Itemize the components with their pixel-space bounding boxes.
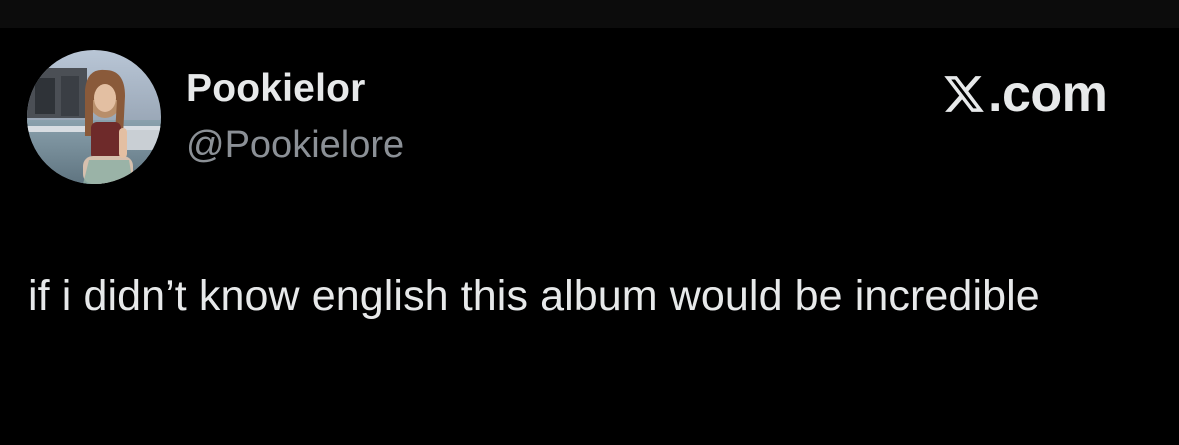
tweet-text: if i didn’t know english this album woul…	[28, 272, 1040, 320]
author-handle[interactable]: @Pookielore	[186, 124, 404, 167]
avatar[interactable]	[27, 50, 161, 184]
author-display-name[interactable]: Pookielor	[186, 67, 366, 111]
top-bar	[0, 0, 1179, 28]
avatar-photo	[27, 50, 161, 184]
brand-watermark: .com	[942, 65, 1108, 123]
x-logo-icon	[944, 76, 984, 112]
brand-text: .com	[988, 65, 1108, 123]
